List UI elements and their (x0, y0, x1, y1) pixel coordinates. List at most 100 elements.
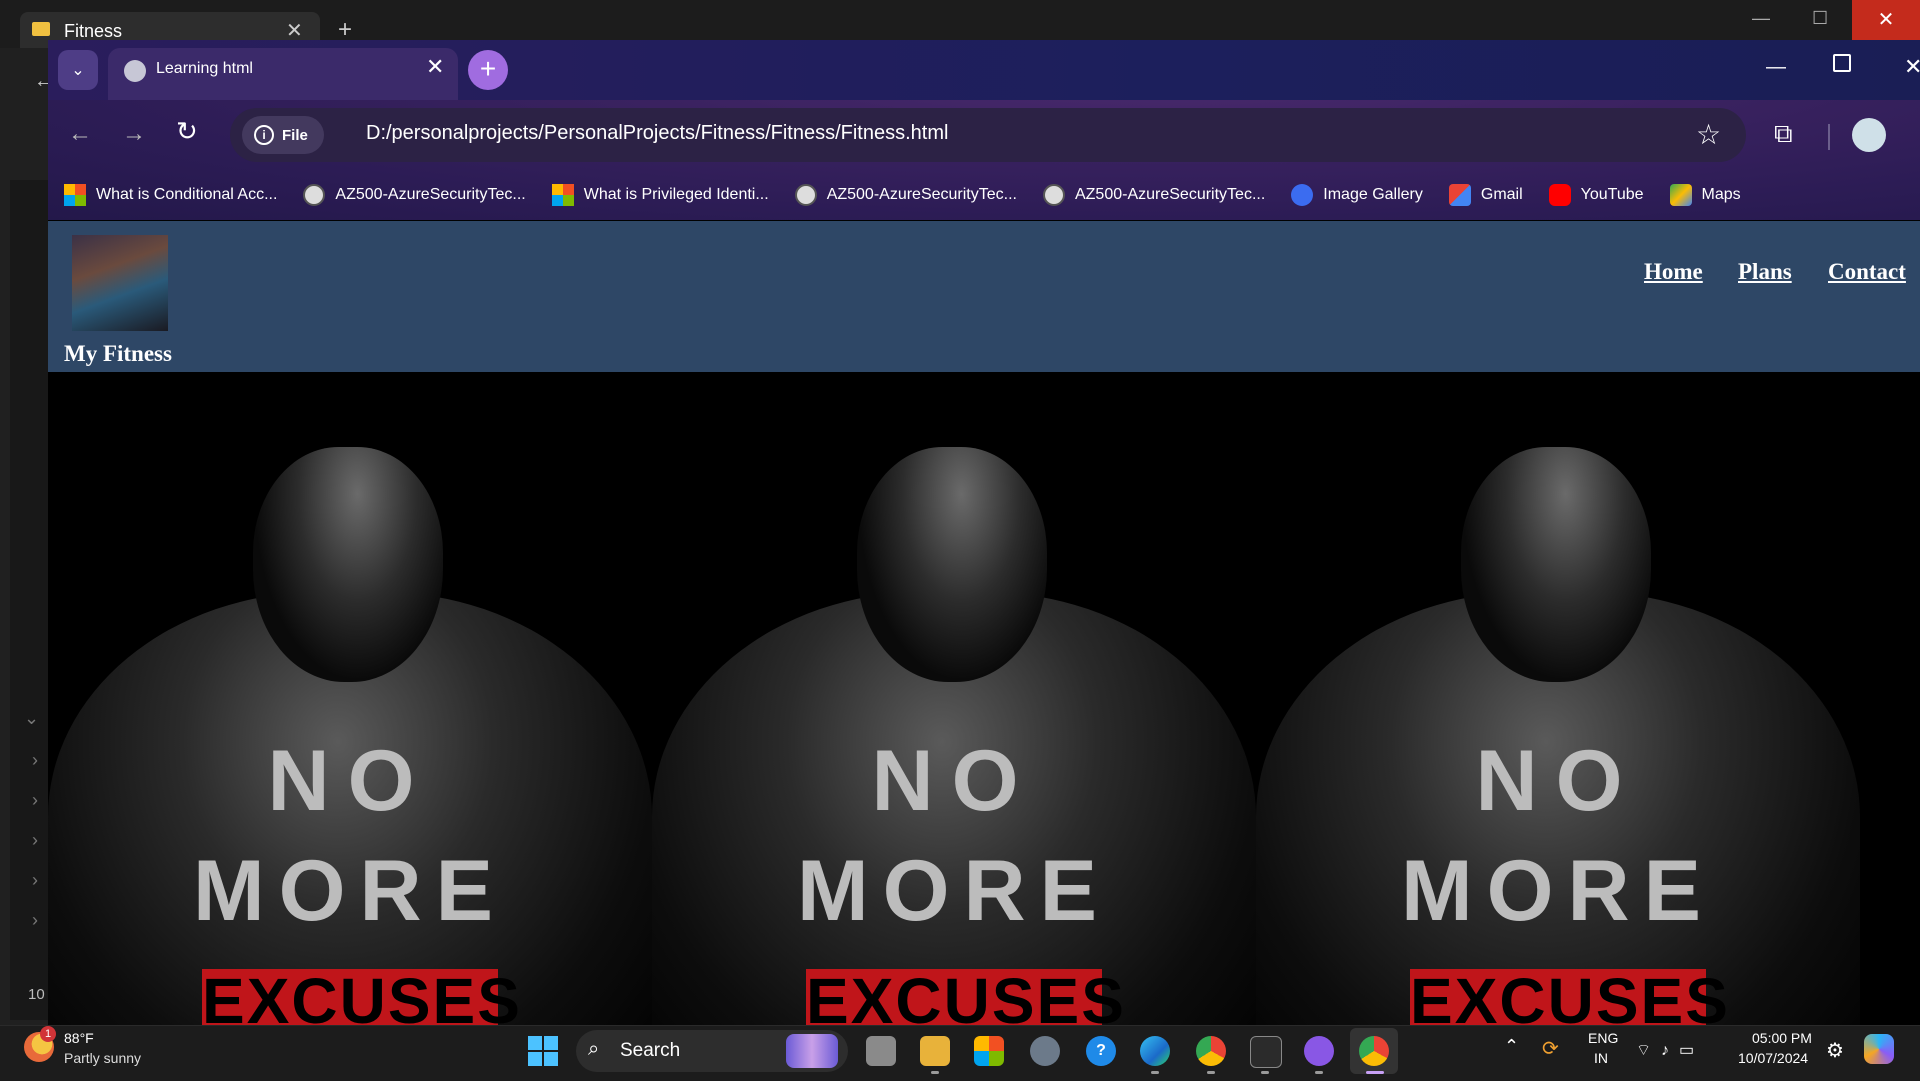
site-header: My Fitness Home Plans Contact (48, 221, 1920, 372)
app-running-indicator (931, 1071, 939, 1074)
clock-time[interactable]: 05:00 PM (1752, 1030, 1812, 1046)
background-minimize-icon[interactable]: — (1752, 8, 1770, 29)
bookmark-label: AZ500-AzureSecurityTec... (1074, 186, 1266, 203)
nav-link-contact[interactable]: Contact (1828, 259, 1906, 285)
bookmark-item[interactable]: Gmail (1448, 184, 1523, 206)
weather-condition[interactable]: Partly sunny (64, 1050, 141, 1066)
hero-text-line2: MORE (193, 843, 507, 939)
taskbar (0, 1025, 1920, 1081)
copilot-icon[interactable] (1864, 1034, 1894, 1064)
tab-search-button[interactable]: ⌄ (58, 50, 98, 90)
hero-text-line2: MORE (1401, 843, 1715, 939)
hero-image: NO MORE EXCUSES (652, 372, 1256, 1025)
folder-icon (32, 22, 50, 36)
app-running-indicator (1151, 1071, 1159, 1074)
globe-icon (303, 184, 326, 206)
forward-icon[interactable]: → (122, 120, 146, 148)
background-tab-title: Fitness (64, 21, 123, 41)
clock-date[interactable]: 10/07/2024 (1738, 1050, 1808, 1066)
bookmark-item[interactable]: AZ500-AzureSecurityTec... (794, 184, 1017, 206)
site-info-button[interactable]: i File (242, 116, 324, 154)
droplet-icon (1291, 184, 1314, 206)
new-tab-button[interactable]: + (468, 50, 508, 90)
chevron-right-icon[interactable]: › (32, 830, 38, 851)
bookmark-item[interactable]: Image Gallery (1291, 184, 1423, 206)
background-close-button[interactable]: ✕ (1852, 0, 1920, 40)
bookmark-item[interactable]: AZ500-AzureSecurityTec... (1042, 184, 1266, 206)
hero-image: NO MORE EXCUSES (1256, 372, 1860, 1025)
file-explorer-icon[interactable] (920, 1036, 950, 1066)
hero-text-line3: EXCUSES (1410, 965, 1730, 1025)
extensions-puzzle-icon[interactable]: ⧉ (1774, 118, 1793, 150)
language-indicator[interactable]: ENG (1588, 1030, 1618, 1046)
notification-icon[interactable]: ⚙ (1826, 1038, 1844, 1063)
chevron-right-icon[interactable]: › (32, 750, 38, 771)
hero-text-line2: MORE (797, 843, 1111, 939)
reload-icon[interactable]: ↻ (176, 116, 198, 147)
hero-figure-head (1461, 447, 1651, 682)
chevron-down-icon: ⌄ (71, 62, 85, 79)
site-info-label: File (282, 126, 308, 144)
bookmark-item[interactable]: AZ500-AzureSecurityTec... (303, 184, 526, 206)
chevron-right-icon[interactable]: › (32, 870, 38, 891)
bookmark-item[interactable]: What is Privileged Identi... (551, 184, 769, 206)
app-active-indicator (1366, 1071, 1384, 1074)
sync-icon[interactable]: ⟳ (1542, 1036, 1559, 1061)
hero-text-line1: NO (871, 733, 1037, 829)
hero-text-line1: NO (267, 733, 433, 829)
app-running-indicator (1261, 1071, 1269, 1074)
hero-text-line3: EXCUSES (202, 965, 522, 1025)
back-icon[interactable]: ← (68, 120, 92, 148)
browser-window: ⌄ Learning html ✕ + — ✕ ← → ↻ i File D:/… (48, 40, 1920, 1025)
hero-image: NO MORE EXCUSES (48, 372, 652, 1025)
nav-link-home[interactable]: Home (1644, 259, 1703, 285)
background-sidebar (10, 180, 48, 1020)
tab-close-button[interactable]: ✕ (426, 54, 444, 80)
chevron-right-icon[interactable]: › (32, 910, 38, 931)
maximize-icon[interactable] (1833, 54, 1851, 72)
bookmark-item[interactable]: YouTube (1548, 184, 1644, 206)
url-text[interactable]: D:/personalprojects/PersonalProjects/Fit… (366, 122, 948, 145)
close-window-icon[interactable]: ✕ (1904, 54, 1920, 80)
github-desktop-icon[interactable] (1304, 1036, 1334, 1066)
microsoft-icon (551, 184, 574, 206)
bookmark-item[interactable]: Maps (1669, 184, 1741, 206)
app-running-indicator (1207, 1071, 1215, 1074)
youtube-icon (1548, 184, 1571, 206)
globe-icon (794, 184, 817, 206)
bookmarks-bar: What is Conditional Acc... AZ500-AzureSe… (48, 170, 1920, 220)
weather-temperature[interactable]: 88°F (64, 1030, 94, 1046)
terminal-icon[interactable] (1250, 1036, 1282, 1068)
bookmark-item[interactable]: What is Conditional Acc... (64, 184, 277, 206)
search-icon: ⌕ (588, 1038, 600, 1060)
bookmark-label: Maps (1701, 186, 1741, 203)
chevron-right-icon[interactable]: › (32, 790, 38, 811)
toolbar-divider (1828, 124, 1830, 150)
profile-avatar[interactable] (1852, 118, 1886, 152)
hero-text-line3: EXCUSES (806, 965, 1126, 1025)
background-item-count: 10 (28, 986, 45, 1003)
wifi-volume-battery-icons[interactable]: ⌔♪▭ (1636, 1040, 1704, 1060)
hero-figure-head (253, 447, 443, 682)
minimize-icon[interactable]: — (1766, 56, 1786, 79)
gmail-icon (1448, 184, 1471, 206)
chrome-icon[interactable] (1196, 1036, 1226, 1066)
task-view-icon[interactable] (866, 1036, 896, 1066)
language-region[interactable]: IN (1594, 1050, 1608, 1066)
weather-badge: 1 (40, 1026, 56, 1042)
settings-gear-icon[interactable] (1030, 1036, 1060, 1066)
nav-link-plans[interactable]: Plans (1738, 259, 1792, 285)
help-icon[interactable]: ? (1086, 1036, 1116, 1066)
search-highlight-image (786, 1034, 838, 1068)
chevron-up-icon[interactable]: ⌃ (1504, 1036, 1519, 1057)
microsoft-store-icon[interactable] (974, 1036, 1004, 1066)
bookmark-label: Gmail (1480, 186, 1523, 203)
bookmark-label: What is Conditional Acc... (96, 186, 278, 203)
chrome-profile-icon[interactable] (1359, 1036, 1389, 1066)
edge-browser-icon[interactable] (1140, 1036, 1170, 1066)
bookmark-star-icon[interactable]: ☆ (1696, 118, 1721, 151)
windows-start-icon[interactable] (528, 1036, 558, 1066)
microsoft-icon (64, 184, 86, 206)
background-maximize-icon[interactable]: ☐ (1812, 8, 1828, 29)
chevron-down-icon[interactable]: ⌄ (24, 708, 39, 729)
